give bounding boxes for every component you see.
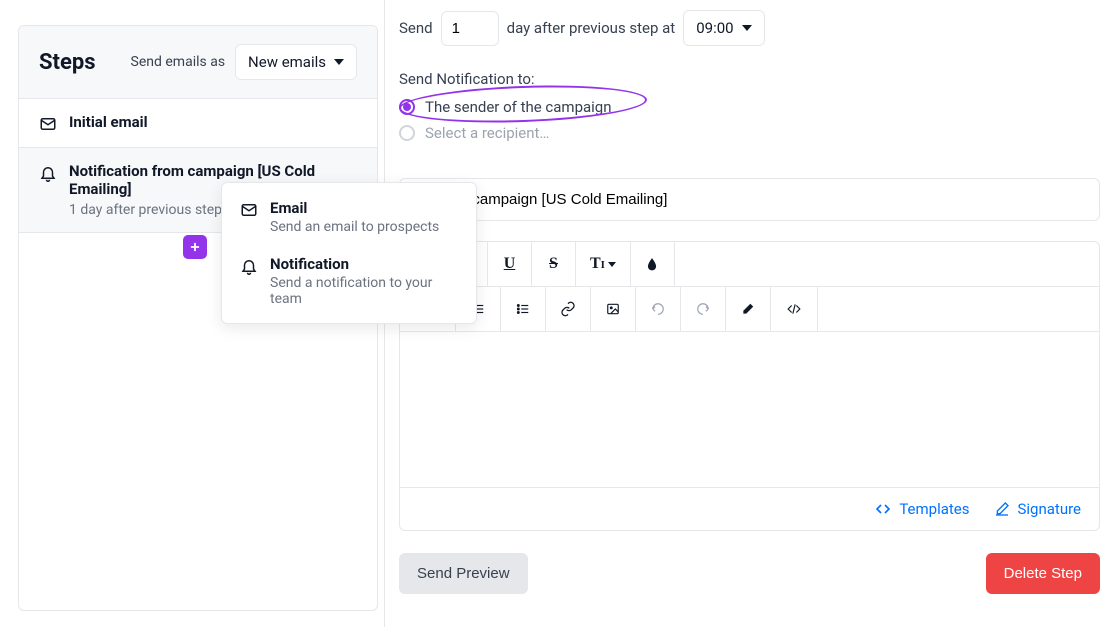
popover-item-title: Notification [270,255,458,273]
radio-checked-icon [399,99,415,115]
send-suffix: day after previous step at [507,19,676,37]
editor-panel: Send day after previous step at 09:00 Se… [384,0,1114,627]
radio-select-recipient[interactable]: Select a recipient… [399,124,1100,142]
rich-text-editor: B I U S TI [399,241,1100,531]
image-button[interactable] [591,287,636,331]
time-value: 09:00 [696,19,733,37]
ink-drop-icon [645,256,659,272]
ink-drop-button[interactable] [631,242,675,286]
radio-label: Select a recipient… [425,124,549,142]
eraser-button[interactable] [726,287,771,331]
send-prefix: Send [399,19,433,37]
editor-body[interactable] [400,332,1099,487]
radio-label: The sender of the campaign [425,98,612,116]
code-icon [785,302,803,316]
underline-icon: U [504,255,516,273]
send-preview-button[interactable]: Send Preview [399,553,528,594]
code-brackets-icon [875,501,891,517]
popover-item-sub: Send a notification to your team [270,275,458,307]
toolbar-row-1: B I U S TI [400,242,1099,287]
bell-icon [39,164,57,182]
unordered-list-icon [515,302,531,316]
link-button[interactable] [546,287,591,331]
days-input[interactable] [441,11,499,46]
chevron-down-icon [608,262,616,267]
steps-title: Steps [39,50,96,75]
unordered-list-button[interactable] [501,287,546,331]
mail-icon [39,115,57,133]
toolbar-spacer [818,287,1099,331]
signature-link[interactable]: Signature [994,500,1082,518]
image-icon [605,302,621,316]
templates-link[interactable]: Templates [875,500,969,518]
underline-button[interactable]: U [488,242,532,286]
templates-label: Templates [899,500,969,518]
notification-to-label: Send Notification to: [399,70,1100,88]
popover-item-title: Email [270,199,439,217]
editor-footer: Templates Signature [400,487,1099,530]
editor-toolbar: B I U S TI [400,242,1099,332]
delete-step-button[interactable]: Delete Step [986,553,1100,594]
signature-label: Signature [1018,500,1082,518]
strikethrough-icon: S [549,255,558,273]
toolbar-spacer [675,242,1099,286]
add-step-popover: Email Send an email to prospects Notific… [221,182,477,324]
redo-icon [695,302,711,316]
bottom-actions: Send Preview Delete Step [399,553,1100,594]
send-as-select[interactable]: New emails [235,44,357,80]
time-select[interactable]: 09:00 [683,10,764,46]
text-style-icon: TI [590,255,605,273]
plus-icon [188,240,202,254]
send-as-value: New emails [248,53,326,71]
chevron-down-icon [334,59,344,65]
redo-button[interactable] [681,287,726,331]
steps-header: Steps Send emails as New emails [19,26,377,99]
strikethrough-button[interactable]: S [532,242,576,286]
code-view-button[interactable] [771,287,818,331]
eraser-icon [740,302,756,316]
text-style-button[interactable]: TI [576,242,631,286]
link-icon [560,301,576,317]
radio-unchecked-icon [399,125,415,141]
popover-item-email[interactable]: Email Send an email to prospects [222,189,476,245]
radio-sender-of-campaign[interactable]: The sender of the campaign [399,98,1100,116]
subject-input[interactable] [399,178,1100,221]
chevron-down-icon [742,25,752,31]
notification-radio-group: The sender of the campaign Select a reci… [399,98,1100,142]
send-as-label: Send emails as [131,54,226,70]
popover-item-notification[interactable]: Notification Send a notification to your… [222,245,476,317]
undo-icon [650,302,666,316]
mail-icon [240,201,258,219]
pencil-icon [994,501,1010,517]
add-step-button[interactable] [183,235,207,259]
toolbar-row-2: 1 2 3 [400,287,1099,331]
step-title: Initial email [69,113,148,131]
timing-row: Send day after previous step at 09:00 [399,10,1100,46]
popover-item-sub: Send an email to prospects [270,219,439,235]
undo-button[interactable] [636,287,681,331]
step-item-initial[interactable]: Initial email [19,99,377,148]
bell-icon [240,257,258,275]
